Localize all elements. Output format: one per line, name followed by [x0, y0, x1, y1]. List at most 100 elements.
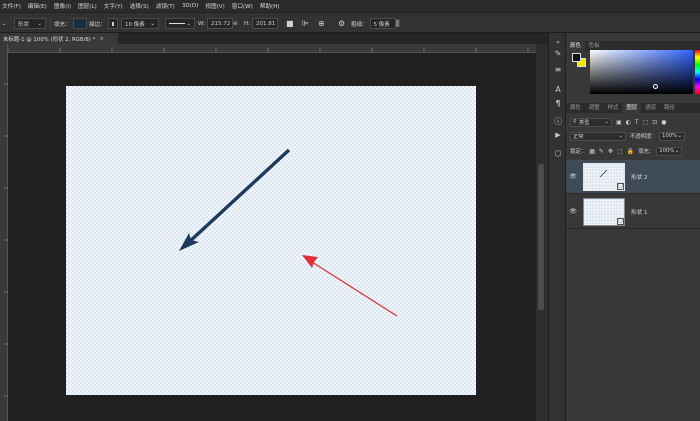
- paragraph-icon[interactable]: ¶: [552, 97, 564, 109]
- height-label: H:: [244, 20, 250, 27]
- menu-image[interactable]: 图像(I): [54, 2, 71, 10]
- path-alignment-icon[interactable]: ⊫: [302, 18, 309, 29]
- lock-paint-icon[interactable]: ✎: [599, 148, 604, 155]
- chevron-down-icon: ⌄: [37, 20, 42, 27]
- weight-value: 5 像素: [373, 21, 390, 28]
- lock-transparent-icon[interactable]: ▦: [589, 148, 595, 155]
- stroke-label: 描边：: [89, 21, 106, 28]
- adjust-sliders-icon[interactable]: ≡: [552, 63, 564, 75]
- path-arrangement-icon[interactable]: ⊕: [318, 18, 325, 29]
- menu-edit[interactable]: 编辑(E): [28, 2, 47, 10]
- cube-icon[interactable]: ⬡: [552, 147, 564, 159]
- stroke-type-select[interactable]: ⌄: [165, 18, 195, 29]
- tool-preset-icon[interactable]: ⌄: [2, 18, 7, 29]
- fill-label: 填充：: [54, 21, 71, 28]
- layers-panel-tabs: 属性 调整 样式 图层 通道 路径: [566, 103, 700, 113]
- menu-3d[interactable]: 3D(D): [182, 3, 199, 9]
- tab-properties[interactable]: 属性: [566, 103, 585, 113]
- tab-color[interactable]: 颜色: [566, 41, 585, 51]
- height-field[interactable]: 201.81: [252, 18, 278, 29]
- tab-styles[interactable]: 样式: [604, 103, 623, 113]
- mode-select[interactable]: 形状 ⌄: [14, 18, 46, 29]
- shape-layer-badge-icon: ▢: [617, 182, 624, 190]
- menu-help[interactable]: 帮助(H): [260, 2, 280, 10]
- layer-thumbnail: ▢: [583, 162, 625, 191]
- vertical-ruler[interactable]: [0, 44, 8, 421]
- width-field[interactable]: 215.72: [206, 18, 233, 29]
- tab-layers[interactable]: 图层: [622, 103, 642, 113]
- lock-all-icon[interactable]: 🔒: [627, 148, 634, 155]
- document-title: 未标题-1 @ 100% (形状 2, RGB/8) *: [3, 36, 96, 43]
- play-icon[interactable]: ▶: [552, 129, 564, 141]
- tab-adjustments[interactable]: 调整: [585, 103, 604, 113]
- menu-select[interactable]: 选择(S): [130, 2, 149, 10]
- lock-artboard-icon[interactable]: ⬚: [617, 148, 623, 155]
- eye-icon[interactable]: 👁: [566, 208, 580, 215]
- brush-icon[interactable]: ✎: [552, 47, 564, 59]
- mode-value: 形状: [18, 21, 30, 28]
- close-icon[interactable]: ×: [99, 36, 104, 42]
- dark-arrow-shaft: [186, 148, 291, 245]
- menu-view[interactable]: 视图(V): [205, 2, 224, 10]
- layer-row[interactable]: 👁 ▢ 形状 2: [566, 160, 700, 194]
- layer-filter-row: ⚲ 类型 ⌄ ▣ ◐ T ⬚ ⊡ ●: [566, 116, 700, 128]
- link-icon[interactable]: ⊖: [233, 18, 238, 29]
- lock-fill-row: 锁定： ▦ ✎ ✥ ⬚ 🔒 填充： 100% ⌄: [566, 145, 700, 157]
- search-icon: ⚲: [573, 119, 577, 125]
- foreground-color-swatch[interactable]: [572, 53, 581, 62]
- layer-row[interactable]: 👁 ▢ 形状 1: [566, 195, 700, 229]
- path-operations-icon[interactable]: ■: [286, 18, 294, 29]
- menu-filter[interactable]: 滤镜(T): [156, 2, 175, 10]
- document-tab[interactable]: 未标题-1 @ 100% (形状 2, RGB/8) * ×: [0, 33, 118, 44]
- filter-pixel-icon[interactable]: ▣: [616, 119, 622, 126]
- chevron-down-icon: ⌄: [674, 148, 680, 154]
- chevron-down-icon: ⌄: [604, 119, 609, 125]
- document-canvas[interactable]: [66, 86, 476, 395]
- opacity-field[interactable]: 100% ⌄: [658, 131, 685, 141]
- tab-paths[interactable]: 路径: [660, 103, 679, 113]
- layer-name: 形状 2: [631, 174, 648, 181]
- height-value: 201.81: [256, 20, 276, 27]
- dark-arrow-shape[interactable]: [179, 148, 291, 251]
- weight-label: 粗细：: [351, 21, 368, 28]
- stroke-swatch[interactable]: [107, 18, 118, 29]
- filter-adjustment-icon[interactable]: ◐: [626, 119, 631, 126]
- menu-type[interactable]: 文字(Y): [104, 2, 123, 10]
- filter-smart-icon[interactable]: ⊡: [652, 119, 657, 126]
- fill-label: 填充：: [638, 149, 655, 155]
- color-picker-cursor[interactable]: [653, 84, 658, 89]
- weight-field[interactable]: 5 像素: [369, 18, 396, 29]
- red-arrow-head: [302, 255, 318, 268]
- fill-swatch[interactable]: [72, 18, 87, 29]
- menu-window[interactable]: 窗口(W): [232, 2, 253, 10]
- filter-toggle-icon[interactable]: ●: [661, 119, 666, 126]
- lock-label: 锁定：: [570, 149, 587, 155]
- character-icon[interactable]: A: [552, 83, 564, 95]
- horizontal-ruler[interactable]: [8, 44, 536, 53]
- lock-move-icon[interactable]: ✥: [608, 148, 613, 155]
- eye-icon[interactable]: 👁: [566, 173, 580, 180]
- red-arrow-shape[interactable]: [302, 255, 398, 317]
- align-edges-icon[interactable]: ⫼: [396, 18, 400, 29]
- shape-layer-badge-icon: ▢: [617, 217, 624, 225]
- color-picker-field[interactable]: [590, 50, 693, 94]
- layer-thumbnail: ▢: [583, 197, 625, 226]
- stroke-size-field[interactable]: 10 像素 ⌄: [121, 18, 159, 29]
- tab-channels[interactable]: 通道: [641, 103, 660, 113]
- hue-slider[interactable]: [695, 50, 700, 94]
- width-value: 215.72: [210, 20, 231, 27]
- scrollbar-thumb[interactable]: [538, 164, 544, 310]
- filter-shape-icon[interactable]: ⬚: [643, 119, 649, 126]
- chevron-down-icon: ⌄: [150, 20, 155, 27]
- blend-mode-select[interactable]: 正常 ⌄: [570, 131, 626, 141]
- menu-layer[interactable]: 图层(L): [78, 2, 97, 10]
- filter-type-icon[interactable]: T: [635, 119, 639, 126]
- red-arrow-shaft: [311, 261, 398, 317]
- menu-bar: 文件(F) 编辑(E) 图像(I) 图层(L) 文字(Y) 选择(S) 滤镜(T…: [0, 0, 700, 12]
- menu-file[interactable]: 文件(F): [2, 2, 21, 10]
- info-icon[interactable]: ⓘ: [552, 115, 564, 127]
- chevron-down-icon: ⌄: [677, 133, 682, 139]
- filter-kind-select[interactable]: ⚲ 类型 ⌄: [570, 117, 612, 127]
- gear-icon[interactable]: ⚙: [338, 18, 345, 29]
- fill-field[interactable]: 100% ⌄: [656, 146, 683, 156]
